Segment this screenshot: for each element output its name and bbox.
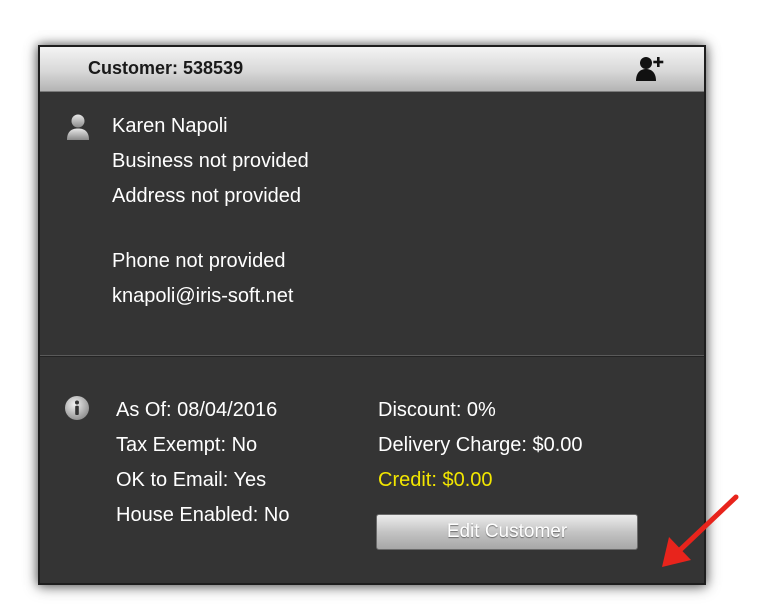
person-icon [66,113,90,141]
as-of-date: As Of: 08/04/2016 [116,399,278,421]
customer-header: Customer: 538539 [40,47,704,92]
customer-charges: Discount: 0% Delivery Charge: $0.00 Cred… [378,397,583,502]
customer-email: knapoli@iris-soft.net [112,285,294,307]
contact-info: Karen Napoli Business not provided Addre… [112,113,309,318]
customer-flags: As Of: 08/04/2016 Tax Exempt: No OK to E… [116,397,289,537]
customer-phone: Phone not provided [112,250,286,272]
tax-exempt: Tax Exempt: No [116,434,258,456]
customer-address: Address not provided [112,185,302,207]
discount: Discount: 0% [378,399,496,421]
ok-to-email: OK to Email: Yes [116,469,267,491]
section-divider [40,355,704,357]
customer-name: Karen Napoli [112,115,228,137]
customer-panel: Customer: 538539 Karen Napoli Business n [38,45,739,585]
edit-customer-button[interactable]: Edit Customer [376,514,638,550]
add-user-icon[interactable] [634,55,668,83]
annotation-arrow-icon [662,494,739,567]
customer-business: Business not provided [112,150,309,172]
info-icon [64,395,90,421]
delivery-charge: Delivery Charge: $0.00 [378,434,583,456]
customer-title: Customer: 538539 [88,58,244,78]
house-enabled: House Enabled: No [116,504,290,526]
credit: Credit: $0.00 [378,469,493,491]
